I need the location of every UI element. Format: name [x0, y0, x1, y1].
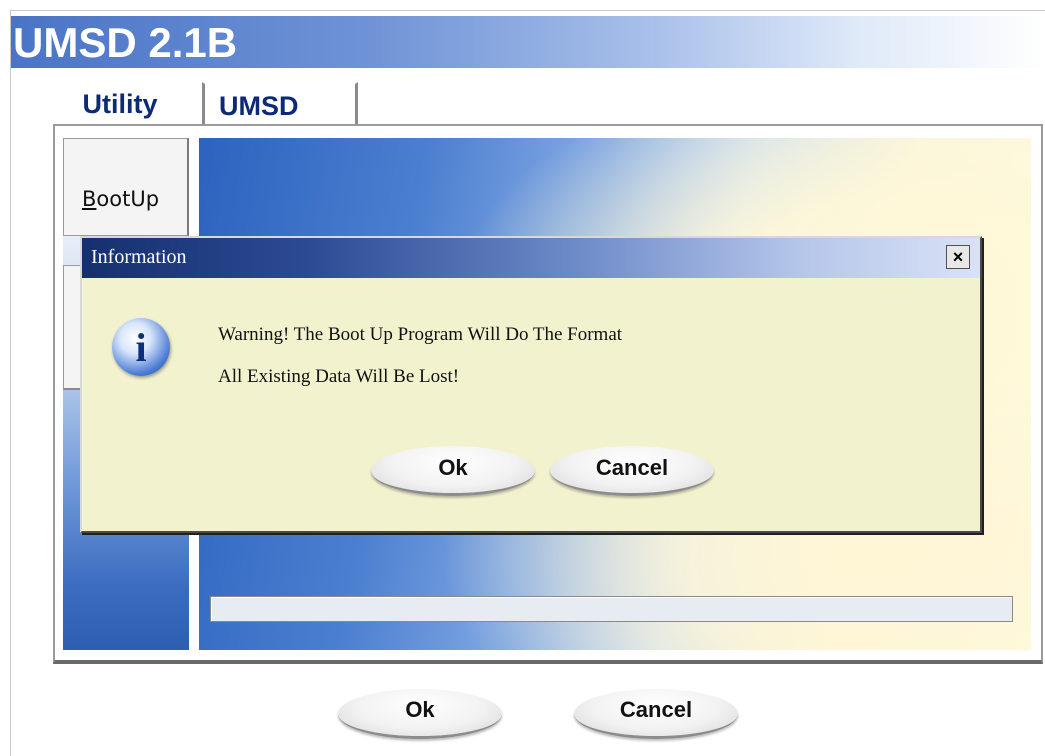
dialog-title-bar[interactable]: Information ×: [82, 238, 980, 278]
app-title: UMSD 2.1B: [13, 19, 238, 66]
bootup-label: BootUp: [82, 187, 159, 211]
close-icon[interactable]: ×: [946, 245, 970, 269]
info-icon: i: [112, 318, 170, 376]
tab-umsd[interactable]: UMSD: [202, 82, 358, 128]
cancel-button[interactable]: Cancel: [574, 689, 738, 739]
dialog-message-line-2: All Existing Data Will Be Lost!: [218, 366, 460, 387]
bootup-rest: ootUp: [96, 187, 160, 211]
bootup-mnemonic: B: [82, 187, 97, 211]
information-dialog: Information × i Warning! The Boot Up Pro…: [80, 236, 982, 533]
dialog-message-line-1: Warning! The Boot Up Program Will Do The…: [218, 324, 623, 345]
dialog-ok-button[interactable]: Ok: [371, 446, 535, 496]
progress-bar: [210, 596, 1013, 622]
bootup-button[interactable]: BootUp: [63, 138, 189, 236]
info-glyph: i: [135, 325, 147, 370]
dialog-cancel-button[interactable]: Cancel: [550, 446, 714, 496]
tab-utility[interactable]: Utility: [50, 82, 190, 128]
dialog-title: Information: [91, 246, 187, 268]
ok-button[interactable]: Ok: [338, 689, 502, 739]
